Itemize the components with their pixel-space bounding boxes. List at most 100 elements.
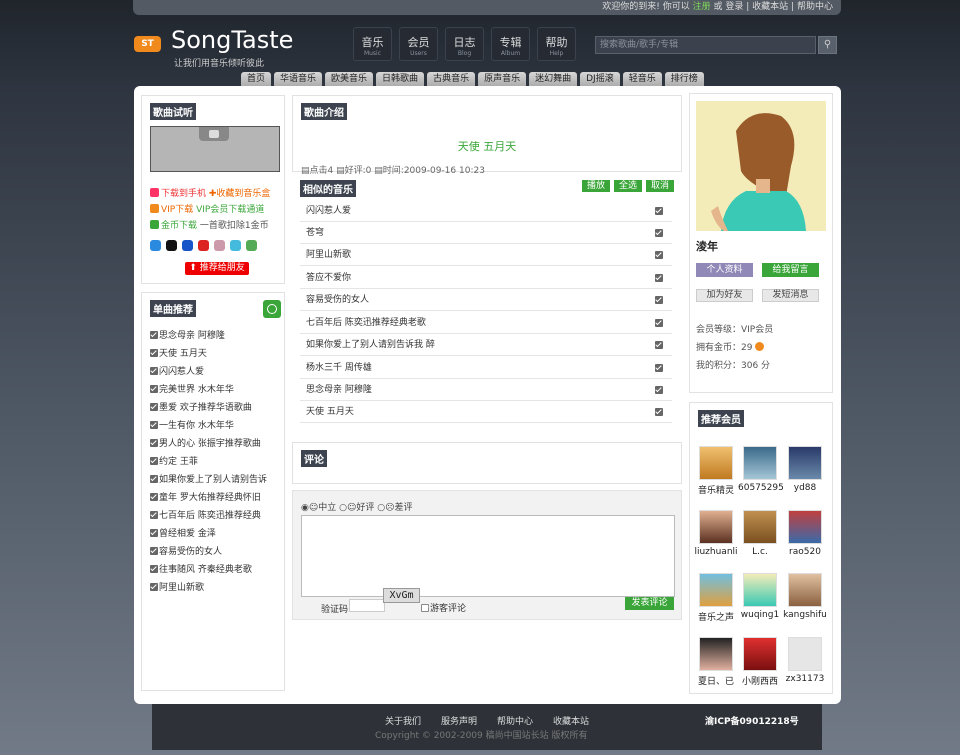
checkbox[interactable] — [655, 207, 663, 215]
nav-help[interactable]: 帮助 Help — [537, 27, 576, 61]
tab-home[interactable]: 首页 — [241, 72, 272, 87]
list-item[interactable]: 思念母亲 阿穆隆 — [150, 327, 267, 345]
tab-light[interactable]: 轻音乐 — [622, 72, 662, 87]
member-item[interactable]: wuqing1 — [738, 573, 782, 620]
profile-info-button[interactable]: 个人资料 — [696, 263, 753, 277]
table-row[interactable]: 如果你爱上了别人请别告诉我 醉 — [300, 334, 672, 356]
table-row[interactable]: 阿里山新歌 — [300, 244, 672, 266]
checkbox[interactable] — [655, 296, 663, 304]
list-item[interactable]: 曾经相爱 金泽 — [150, 525, 267, 543]
list-item[interactable]: 七百年后 陈奕迅推荐经典 — [150, 507, 267, 525]
checkbox[interactable] — [655, 386, 663, 394]
list-item[interactable]: 往事随风 齐秦经典老歌 — [150, 561, 267, 579]
radio-good[interactable]: ○ — [339, 503, 347, 513]
list-item[interactable]: 一生有你 水木年华 — [150, 417, 267, 435]
play-button[interactable]: 播放 — [582, 180, 610, 192]
captcha-image[interactable]: XvGm — [383, 588, 420, 603]
table-row[interactable]: 闪闪惹人爱 — [300, 200, 672, 222]
register-link[interactable]: 注册 — [693, 2, 711, 12]
checkbox[interactable] — [655, 364, 663, 372]
checkbox[interactable] — [150, 367, 158, 375]
list-item[interactable]: 容易受伤的女人 — [150, 543, 267, 561]
checkbox[interactable] — [150, 421, 158, 429]
guest-option[interactable]: 游客评论 — [421, 601, 466, 614]
share-icon-6[interactable] — [230, 240, 241, 251]
checkbox[interactable] — [150, 565, 158, 573]
member-item[interactable]: L.c. — [738, 510, 782, 557]
checkbox[interactable] — [150, 511, 158, 519]
checkbox[interactable] — [655, 274, 663, 282]
tab-dj[interactable]: DJ摇滚 — [580, 72, 620, 87]
comment-textarea[interactable] — [301, 515, 675, 597]
play-all-icon[interactable] — [263, 300, 281, 318]
table-row[interactable]: 思念母亲 阿穆隆 — [300, 379, 672, 401]
tab-western[interactable]: 欧美音乐 — [325, 72, 374, 87]
list-item[interactable]: 童年 罗大佑推荐经典怀旧 — [150, 489, 267, 507]
search-button[interactable]: ⚲ — [818, 36, 837, 54]
list-item[interactable]: 天使 五月天 — [150, 345, 267, 363]
download-phone-link[interactable]: 下载到手机 — [161, 189, 206, 199]
checkbox[interactable] — [150, 475, 158, 483]
checkbox[interactable] — [150, 583, 158, 591]
checkbox[interactable] — [655, 341, 663, 349]
tab-jk[interactable]: 日韩歌曲 — [376, 72, 425, 87]
checkbox[interactable] — [150, 403, 158, 411]
list-item[interactable]: 男人的心 张振宇推荐歌曲 — [150, 435, 267, 453]
footer-terms-link[interactable]: 服务声明 — [441, 714, 477, 727]
nav-music[interactable]: 音乐 Music — [353, 27, 392, 61]
checkbox[interactable] — [655, 408, 663, 416]
tab-soundtrack[interactable]: 原声音乐 — [478, 72, 527, 87]
bookmark-link[interactable]: 收藏本站 — [752, 2, 788, 12]
member-item[interactable]: 夏日、已 — [694, 637, 738, 687]
table-row[interactable]: 容易受伤的女人 — [300, 289, 672, 311]
radio-neutral[interactable]: ◉ — [301, 503, 309, 513]
cancel-button[interactable]: 取消 — [646, 180, 674, 192]
table-row[interactable]: 七百年后 陈奕迅推荐经典老歌 — [300, 312, 672, 334]
add-friend-button[interactable]: 加为好友 — [696, 289, 753, 302]
tab-classical[interactable]: 古典音乐 — [427, 72, 476, 87]
share-icon-2[interactable] — [166, 240, 177, 251]
logo[interactable]: ST SongTaste 让我们用音乐倾听彼此 — [134, 26, 296, 72]
nav-users[interactable]: 会员 Users — [399, 27, 438, 61]
leave-message-button[interactable]: 给我留言 — [762, 263, 819, 277]
send-message-button[interactable]: 发短消息 — [762, 289, 819, 302]
checkbox[interactable] — [150, 331, 158, 339]
checkbox[interactable] — [655, 251, 663, 259]
help-link[interactable]: 帮助中心 — [797, 2, 833, 12]
checkbox[interactable] — [150, 547, 158, 555]
checkbox[interactable] — [150, 457, 158, 465]
audio-player[interactable] — [150, 126, 280, 172]
login-link[interactable]: 登录 — [725, 2, 743, 12]
member-item[interactable]: 小刚西西 — [738, 637, 782, 687]
add-box-link[interactable]: ✚收藏到音乐盒 — [209, 189, 271, 199]
tab-dance[interactable]: 迷幻舞曲 — [529, 72, 578, 87]
vip-download-link[interactable]: VIP下载 — [161, 205, 193, 215]
checkbox[interactable] — [655, 319, 663, 327]
icp-number[interactable]: 渝ICP备09012218号 — [705, 714, 799, 727]
checkbox[interactable] — [150, 493, 158, 501]
select-all-button[interactable]: 全选 — [614, 180, 642, 192]
list-item[interactable]: 如果你爱上了别人请别告诉 — [150, 471, 267, 489]
share-icon-1[interactable] — [150, 240, 161, 251]
list-item[interactable]: 墨爱 欢子推荐华语歌曲 — [150, 399, 267, 417]
table-row[interactable]: 杨水三千 周传雄 — [300, 357, 672, 379]
table-row[interactable]: 天使 五月天 — [300, 401, 672, 423]
tab-chinese[interactable]: 华语音乐 — [274, 72, 323, 87]
member-item[interactable]: 60575295 — [738, 446, 784, 493]
share-icon-4[interactable] — [198, 240, 209, 251]
share-icon-7[interactable] — [246, 240, 257, 251]
submit-comment-button[interactable]: 发表评论 — [625, 597, 674, 610]
guest-checkbox[interactable] — [421, 604, 429, 612]
list-item[interactable]: 完美世界 水木年华 — [150, 381, 267, 399]
checkbox[interactable] — [655, 229, 663, 237]
share-icon-5[interactable] — [214, 240, 225, 251]
checkbox[interactable] — [150, 349, 158, 357]
radio-bad[interactable]: ○ — [377, 503, 385, 513]
footer-about-link[interactable]: 关于我们 — [385, 714, 421, 727]
member-item[interactable]: yd88 — [783, 446, 827, 493]
table-row[interactable]: 答应不爱你 — [300, 267, 672, 289]
list-item[interactable]: 闪闪惹人爱 — [150, 363, 267, 381]
captcha-input[interactable] — [349, 599, 385, 612]
nav-album[interactable]: 专辑 Album — [491, 27, 530, 61]
list-item[interactable]: 阿里山新歌 — [150, 579, 267, 597]
